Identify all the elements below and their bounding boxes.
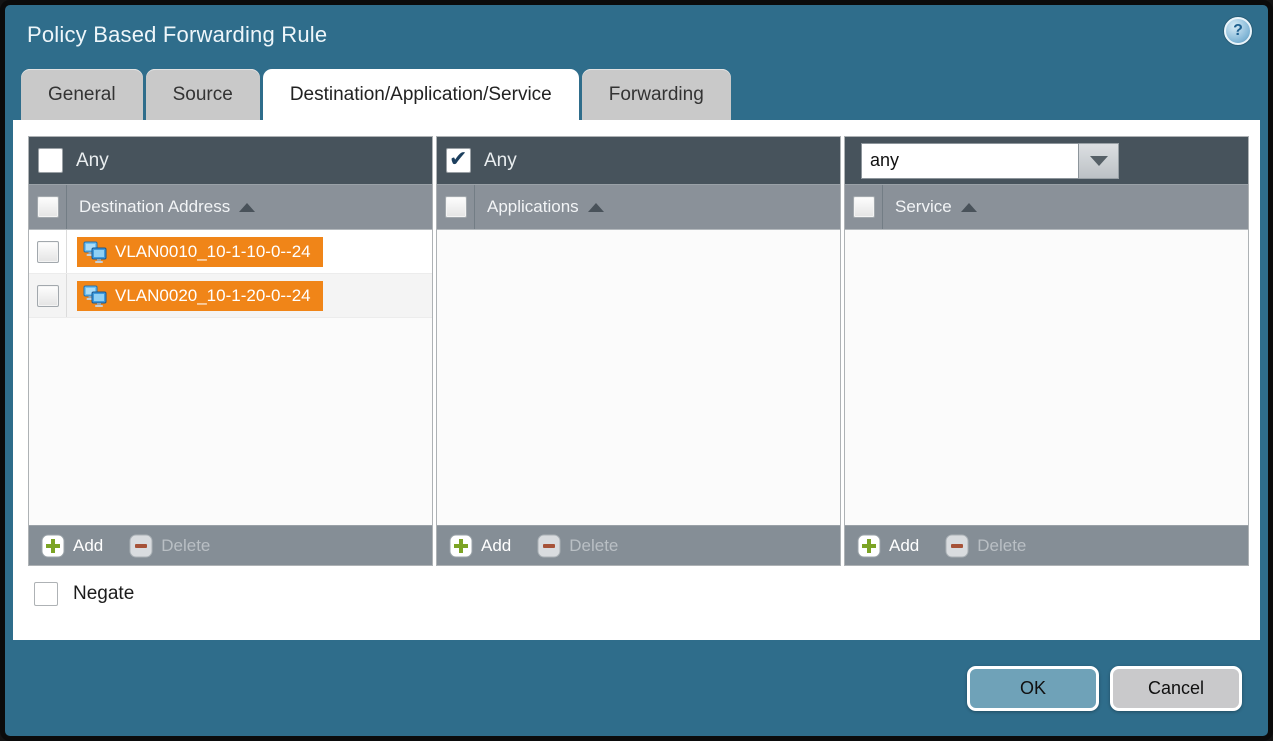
delete-icon [945,534,969,558]
destination-row2-item[interactable]: VLAN0020_10-1-20-0--24 [77,281,323,311]
service-select-all-checkbox[interactable] [853,196,875,218]
applications-any-label: Any [484,150,517,172]
tab-destination-application-service[interactable]: Destination/Application/Service [263,69,579,121]
destination-row1-item[interactable]: VLAN0010_10-1-10-0--24 [77,237,323,267]
destination-row1-checkbox[interactable] [37,241,59,263]
tab-general[interactable]: General [21,69,143,120]
applications-header-label: Applications [487,197,579,217]
tab-forwarding[interactable]: Forwarding [582,69,731,120]
applications-delete-button[interactable]: Delete [537,534,618,558]
destination-column-header[interactable]: Destination Address [29,185,432,230]
help-icon[interactable]: ? [1224,17,1252,45]
add-icon [449,534,473,558]
negate-row: Negate [34,582,134,606]
service-dropdown-bar [845,137,1248,185]
service-dropdown-button[interactable] [1079,143,1119,179]
dialog-buttons: OK Cancel [967,666,1242,711]
sort-up-icon [588,203,604,212]
destination-toolbar: Add Delete [29,525,432,565]
cancel-button[interactable]: Cancel [1110,666,1242,711]
delete-icon [129,534,153,558]
service-header-label: Service [895,197,952,217]
service-dropdown[interactable] [861,143,1119,179]
service-panel: Service Add Dele [844,136,1249,566]
service-delete-button[interactable]: Delete [945,534,1026,558]
applications-select-all-checkbox[interactable] [445,196,467,218]
destination-add-button[interactable]: Add [41,534,103,558]
service-dropdown-input[interactable] [861,143,1079,179]
negate-checkbox[interactable] [34,582,58,606]
applications-column-header[interactable]: Applications [437,185,840,230]
applications-add-button[interactable]: Add [449,534,511,558]
network-address-icon [82,285,108,307]
destination-any-checkbox[interactable] [38,148,63,173]
destination-select-all-checkbox[interactable] [37,196,59,218]
delete-label: Delete [161,536,210,556]
table-row: VLAN0020_10-1-20-0--24 [29,274,432,318]
add-label: Add [481,536,511,556]
destination-delete-button[interactable]: Delete [129,534,210,558]
negate-label: Negate [73,583,134,605]
table-row: VLAN0010_10-1-10-0--24 [29,230,432,274]
sort-up-icon [961,203,977,212]
destination-header-label: Destination Address [79,197,230,217]
destination-any-label: Any [76,150,109,172]
ok-button[interactable]: OK [967,666,1099,711]
destination-row2-checkbox[interactable] [37,285,59,307]
destination-row2-label: VLAN0020_10-1-20-0--24 [115,286,311,306]
service-toolbar: Add Delete [845,525,1248,565]
applications-list [437,230,840,525]
delete-label: Delete [569,536,618,556]
add-icon [41,534,65,558]
applications-panel: Any Applications Add [436,136,841,566]
tab-bar: General Source Destination/Application/S… [21,69,731,121]
applications-toolbar: Add Delete [437,525,840,565]
delete-label: Delete [977,536,1026,556]
service-column-header[interactable]: Service [845,185,1248,230]
network-address-icon [82,241,108,263]
destination-row1-label: VLAN0010_10-1-10-0--24 [115,242,311,262]
tab-content: Any Destination Address [13,120,1260,640]
destination-any-bar: Any [29,137,432,185]
chevron-down-icon [1090,156,1108,166]
service-add-button[interactable]: Add [857,534,919,558]
service-list [845,230,1248,525]
dialog-title: Policy Based Forwarding Rule [27,22,327,48]
add-label: Add [889,536,919,556]
add-label: Add [73,536,103,556]
applications-any-bar: Any [437,137,840,185]
add-icon [857,534,881,558]
destination-address-panel: Any Destination Address [28,136,433,566]
policy-based-forwarding-dialog: Policy Based Forwarding Rule ? General S… [0,0,1273,741]
tab-source[interactable]: Source [146,69,260,120]
sort-up-icon [239,203,255,212]
applications-any-checkbox[interactable] [446,148,471,173]
destination-list: VLAN0010_10-1-10-0--24 [29,230,432,525]
delete-icon [537,534,561,558]
